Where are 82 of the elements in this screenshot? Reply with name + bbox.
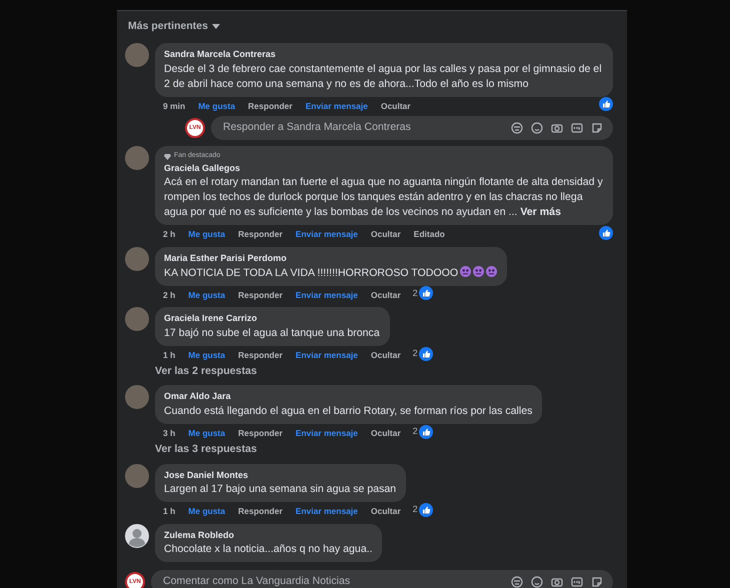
comment-text: Cuando está llegando el agua en el barrio Rotary, se forman ríos por las calles [164,404,532,419]
comment-box[interactable]: Comentar como La Vanguardia Noticias [151,570,613,588]
diamond-icon [164,154,171,160]
send-message-link[interactable]: Enviar mensaje [296,348,358,362]
comment-input[interactable]: Comentar como La Vanguardia Noticias [161,573,503,588]
reply-link[interactable]: Responder [238,288,283,302]
send-message-link[interactable]: Enviar mensaje [296,505,358,518]
smiley-icon[interactable] [531,122,543,134]
reply-link[interactable]: Responder [248,100,292,112]
photo-placeholder [125,307,149,332]
reply-link[interactable]: Responder [238,426,283,440]
edited-label: Editado [414,228,445,241]
like-reaction-icon [418,502,433,517]
timestamp: 1 h [163,348,176,362]
gif-icon[interactable] [571,576,583,588]
author-name[interactable]: Omar Aldo Jara [164,390,532,404]
hide-link[interactable]: Ocultar [370,228,401,241]
timestamp: 3 h [163,426,176,440]
like-link[interactable]: Me gusta [188,228,226,241]
photo-placeholder [125,146,149,170]
author-name[interactable]: Jose Daniel Montes [164,468,396,482]
author-name[interactable]: Zulema Robledo [164,528,372,542]
comment-text: Desde el 3 de febrero cae constantemente el agua por las calles y pasa por el gimnasio de el 2 de abril hace como una semana y no es de ahora...Todo el año es lo mismo [164,62,603,92]
reply-link[interactable]: Responder [238,348,283,362]
reply-input[interactable]: Responder a Sandra Marcela Contreras [221,119,503,138]
hide-link[interactable]: Ocultar [370,426,401,440]
photo-placeholder [125,247,149,271]
hide-link[interactable]: Ocultar [370,505,401,518]
like-link[interactable]: Me gusta [188,288,226,302]
smiley-icon[interactable] [531,576,543,588]
hide-link[interactable]: Ocultar [370,288,401,302]
reaction-count: 2 [412,346,418,360]
timestamp: 9 min [163,100,186,112]
hide-link[interactable]: Ocultar [370,348,401,362]
view-replies-link[interactable]: Ver las 2 respuestas [155,364,613,380]
comment-text: 17 bajó no sube el agua al tanque una bronca [164,326,380,341]
photo-placeholder [125,385,149,410]
author-name[interactable]: Graciela Gallegos [164,162,603,176]
photo-placeholder [125,43,149,67]
author-name[interactable]: Maria Esther Parisi Perdomo [164,252,498,266]
reply-link[interactable]: Responder [238,505,283,518]
camera-icon[interactable] [551,122,563,134]
like-reaction-icon [418,286,433,300]
like-link[interactable]: Me gusta [188,505,226,518]
reaction-count: 2 [412,286,418,300]
timestamp: 1 h [163,505,176,518]
send-message-link[interactable]: Enviar mensaje [305,100,368,112]
sticker-icon[interactable] [591,576,603,588]
face-icon[interactable] [511,576,523,588]
send-message-link[interactable]: Enviar mensaje [296,228,358,241]
timestamp: 2 h [163,288,176,302]
send-message-link[interactable]: Enviar mensaje [296,288,358,302]
avatar-silhouette [125,524,149,548]
view-replies-link[interactable]: Ver las 3 respuestas [155,442,613,458]
like-link[interactable]: Me gusta [198,100,236,112]
author-name[interactable]: Graciela Irene Carrizo [164,312,380,326]
reaction-count: 2 [412,503,418,516]
like-link[interactable]: Me gusta [188,348,226,362]
comment-text: Largen al 17 bajo una semana sin agua se pasan [164,482,396,498]
comment-text: KA NOTICIA DE TODA LA VIDA !!!!!!!HORROROSO TODOOO [164,266,498,280]
author-name[interactable]: Sandra Marcela Contreras [164,48,603,62]
photo-placeholder [125,464,149,488]
face-icon[interactable] [511,122,523,134]
hide-link[interactable]: Ocultar [380,100,411,112]
send-message-link[interactable]: Enviar mensaje [296,426,358,440]
reply-link[interactable]: Responder [238,228,283,241]
like-link[interactable]: Me gusta [188,426,226,440]
sort-dropdown[interactable]: Más pertinentes [125,17,223,37]
see-more-link[interactable]: Ver más [520,206,561,218]
like-reaction-icon [599,226,613,240]
timestamp: 2 h [163,228,176,241]
comment-text: Chocolate x la noticia...años q no hay agua.. [164,542,372,558]
comment-text: Acá en el rotary mandan tan fuerte el agua que no aguanta ningún flotante de alta densidad y rompen los techos de durlock porque los tanques están adentro y en las chacras no llega agua por qué no es suficiente y las bombas de los vecinos no ayudan en ... Ver más [164,175,603,220]
camera-icon[interactable] [551,576,563,588]
caret-icon [212,24,220,30]
like-reaction-icon [418,424,433,439]
reaction-count: 2 [412,425,418,438]
sticker-icon[interactable] [591,122,603,134]
like-reaction-icon [599,97,613,112]
gif-icon[interactable] [571,122,583,134]
reply-box[interactable]: Responder a Sandra Marcela Contreras [211,116,613,140]
like-reaction-icon [418,346,433,361]
